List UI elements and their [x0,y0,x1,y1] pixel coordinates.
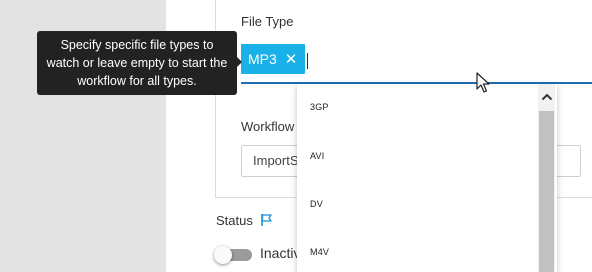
workflow-label: Workflow [241,119,295,134]
chip-remove-icon[interactable]: ✕ [285,52,298,67]
flag-icon[interactable] [260,213,274,227]
dropdown-option-3gp[interactable]: 3GP [310,102,329,112]
toggle-knob [214,246,232,264]
file-type-label: File Type [241,14,294,29]
chevron-up-icon[interactable] [538,90,555,104]
file-type-dropdown: 3GP AVI DV M4V [297,84,557,272]
scrollbar-thumb[interactable] [539,111,554,272]
dropdown-option-m4v[interactable]: M4V [310,247,329,257]
file-type-chip-mp3[interactable]: MP3 ✕ [241,44,306,74]
dropdown-option-avi[interactable]: AVI [310,151,324,161]
dropdown-scrollbar[interactable] [538,84,555,272]
status-label: Status [216,213,253,228]
file-type-tooltip: Specify specific file types to watch or … [37,31,237,95]
chip-label: MP3 [248,51,277,67]
mouse-pointer-icon [476,72,490,93]
text-caret[interactable] [307,53,308,69]
dropdown-option-dv[interactable]: DV [310,199,323,209]
status-toggle[interactable] [214,246,252,264]
tooltip-arrow [236,56,242,68]
